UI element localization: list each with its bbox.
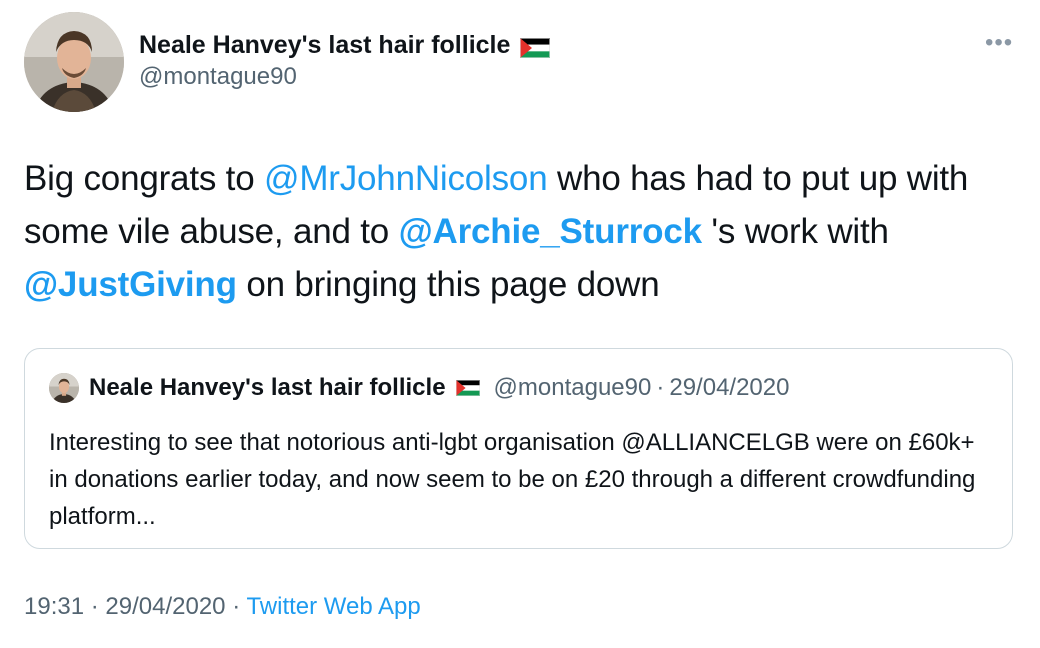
quoted-author-handle: @montague90 [493, 374, 652, 401]
author-avatar[interactable] [24, 12, 124, 112]
tweet-time[interactable]: 19:31 [24, 593, 84, 620]
avatar-photo-icon [49, 373, 79, 403]
tweet-text: Big congrats to @MrJohnNicolson who has … [24, 152, 1024, 311]
quoted-tweet-header: Neale Hanvey's last hair follicle @monta… [49, 373, 789, 403]
tweet-source-link[interactable]: Twitter Web App [246, 593, 420, 620]
tweet-text-part: 's work with [701, 212, 889, 251]
quoted-tweet-text: Interesting to see that notorious anti-l… [49, 429, 976, 530]
tweet-date[interactable]: 29/04/2020 [105, 593, 225, 620]
quoted-date: 29/04/2020 [669, 374, 790, 401]
mention-link[interactable]: @Archie_Sturrock [399, 212, 702, 251]
author-name-text: Neale Hanvey's last hair follicle [139, 31, 511, 59]
quoted-author-avatar [49, 373, 79, 403]
tweet-text-part: on bringing this page down [236, 265, 660, 304]
quoted-separator: · [656, 374, 665, 401]
quoted-tweet[interactable]: Neale Hanvey's last hair follicle @monta… [24, 348, 1013, 549]
meta-separator: · [232, 593, 241, 620]
more-dots-icon[interactable]: ••• [985, 31, 1013, 55]
mention-link[interactable]: @MrJohnNicolson [264, 159, 548, 198]
palestine-flag-icon [520, 35, 551, 58]
meta-separator: · [90, 593, 99, 620]
quoted-author-name: Neale Hanvey's last hair follicle [89, 374, 446, 401]
mention-link[interactable]: @JustGiving [24, 265, 237, 304]
author-display-name[interactable]: Neale Hanvey's last hair follicle [139, 30, 551, 60]
author-handle[interactable]: @montague90 [139, 62, 550, 92]
palestine-flag-icon [455, 380, 480, 396]
tweet-text-part: Big congrats to [24, 159, 264, 198]
avatar-photo-icon [24, 12, 124, 112]
tweet-card: Neale Hanvey's last hair follicle @monta… [0, 0, 1040, 648]
tweet-meta: 19:31 · 29/04/2020 · Twitter Web App [24, 592, 421, 622]
author-block: Neale Hanvey's last hair follicle @monta… [139, 30, 551, 92]
